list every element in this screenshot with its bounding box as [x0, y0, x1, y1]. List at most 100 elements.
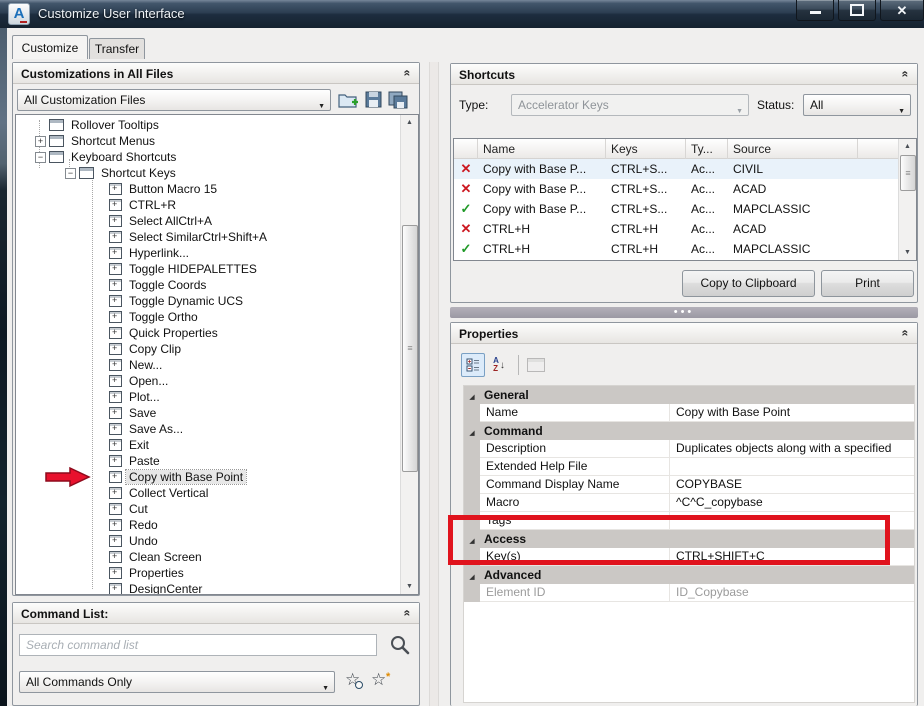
tree-item-label[interactable]: Toggle HIDEPALETTES: [126, 262, 260, 276]
tree-item[interactable]: Toggle HIDEPALETTES: [16, 261, 401, 277]
save-icon[interactable]: [363, 90, 385, 110]
collapse-panel-icon[interactable]: «: [899, 330, 913, 337]
close-button[interactable]: ✕: [880, 0, 924, 21]
category-expanded-icon[interactable]: ◢: [469, 430, 474, 437]
shortcut-table-row[interactable]: ✕ Copy with Base P... CTRL+S... Ac... AC…: [454, 179, 916, 199]
tree-item-label[interactable]: Redo: [126, 518, 161, 532]
save-all-icon[interactable]: [387, 90, 409, 110]
tree-item[interactable]: DesignCenter: [16, 581, 401, 594]
tree-item[interactable]: Toggle Coords: [16, 277, 401, 293]
star-new-icon[interactable]: ☆ *: [371, 669, 390, 691]
property-row[interactable]: Description Duplicates objects along wit…: [464, 440, 914, 458]
scroll-up-icon[interactable]: ▲: [401, 115, 418, 130]
tree-item[interactable]: CTRL+R: [16, 197, 401, 213]
tree-expand-toggle[interactable]: −: [35, 151, 46, 163]
tree-item-label[interactable]: Clean Screen: [126, 550, 205, 564]
title-bar[interactable]: A Customize User Interface ✕: [0, 0, 924, 29]
tree-item-label[interactable]: Paste: [126, 454, 163, 468]
tree-item-label[interactable]: DesignCenter: [126, 582, 205, 594]
tree-item-label[interactable]: Select AllCtrl+A: [126, 214, 215, 228]
tree-item[interactable]: Toggle Dynamic UCS: [16, 293, 401, 309]
property-row[interactable]: Element ID ID_Copybase: [464, 584, 914, 602]
scrollbar-thumb[interactable]: ≡: [900, 155, 916, 191]
column-header-source[interactable]: Source: [728, 139, 858, 159]
column-header-type[interactable]: Ty...: [686, 139, 728, 159]
scroll-down-icon[interactable]: ▼: [899, 245, 916, 260]
status-dropdown[interactable]: All ▼: [803, 94, 911, 116]
search-icon[interactable]: [389, 634, 411, 656]
property-category-row[interactable]: ◢ Advanced: [464, 566, 914, 584]
tree-item-label[interactable]: CTRL+R: [126, 198, 179, 212]
property-row[interactable]: Command Display Name COPYBASE: [464, 476, 914, 494]
tree-item[interactable]: Copy Clip: [16, 341, 401, 357]
tree-item[interactable]: Exit: [16, 437, 401, 453]
sort-alphabetical-button[interactable]: AZ ↓: [487, 353, 511, 377]
tree-item[interactable]: Open...: [16, 373, 401, 389]
column-header-status[interactable]: [454, 139, 478, 159]
tree-item[interactable]: Properties: [16, 565, 401, 581]
property-value[interactable]: Duplicates objects along with a specifie…: [670, 440, 914, 458]
scrollbar-thumb[interactable]: ≡: [402, 225, 418, 472]
tree-item-label[interactable]: Rollover Tooltips: [68, 118, 162, 132]
scroll-up-icon[interactable]: ▲: [899, 139, 916, 154]
category-expanded-icon[interactable]: ◢: [469, 394, 474, 401]
property-value[interactable]: ID_Copybase: [670, 584, 914, 602]
tree-item[interactable]: Redo: [16, 517, 401, 533]
category-expanded-icon[interactable]: ◢: [469, 574, 474, 581]
tree-item-label[interactable]: Exit: [126, 438, 152, 452]
tree-item-label[interactable]: Plot...: [126, 390, 163, 404]
tree-item[interactable]: Clean Screen: [16, 549, 401, 565]
tree-item-label[interactable]: Shortcut Menus: [68, 134, 158, 148]
tree-item-label[interactable]: Shortcut Keys: [98, 166, 179, 180]
collapse-panel-icon[interactable]: «: [401, 70, 415, 77]
tree-item-label[interactable]: Undo: [126, 534, 161, 548]
collapse-panel-icon[interactable]: «: [899, 71, 913, 78]
minimize-button[interactable]: [796, 0, 834, 21]
property-row[interactable]: Name Copy with Base Point: [464, 404, 914, 422]
column-header-name[interactable]: Name: [478, 139, 606, 159]
tree-item[interactable]: Hyperlink...: [16, 245, 401, 261]
property-value[interactable]: [670, 458, 914, 476]
tree-item[interactable]: − Keyboard Shortcuts: [16, 149, 401, 165]
tree-item-label[interactable]: Properties: [126, 566, 187, 580]
tree-item[interactable]: Select AllCtrl+A: [16, 213, 401, 229]
scroll-down-icon[interactable]: ▼: [401, 579, 418, 594]
tree-item-label[interactable]: Copy Clip: [126, 342, 184, 356]
tree-item[interactable]: Save As...: [16, 421, 401, 437]
tree-item[interactable]: Quick Properties: [16, 325, 401, 341]
tree-scrollbar[interactable]: ▲ ≡ ▼: [400, 115, 418, 594]
tree-item-label[interactable]: Save: [126, 406, 159, 420]
property-value[interactable]: ^C^C_copybase: [670, 494, 914, 512]
tree-item[interactable]: − Shortcut Keys: [16, 165, 401, 181]
shortcut-table-row[interactable]: ✕ CTRL+H CTRL+H Ac... ACAD: [454, 219, 916, 239]
property-row[interactable]: Macro ^C^C_copybase: [464, 494, 914, 512]
load-customization-icon[interactable]: [337, 90, 359, 110]
panel-splitter-vertical[interactable]: [429, 62, 439, 706]
tree-item[interactable]: Button Macro 15: [16, 181, 401, 197]
table-scrollbar[interactable]: ▲ ≡ ▼: [898, 139, 916, 260]
property-value[interactable]: COPYBASE: [670, 476, 914, 494]
tree-item[interactable]: Undo: [16, 533, 401, 549]
tree-item[interactable]: Plot...: [16, 389, 401, 405]
column-header-keys[interactable]: Keys: [606, 139, 686, 159]
tree-item[interactable]: Rollover Tooltips: [16, 117, 401, 133]
tree-item[interactable]: New...: [16, 357, 401, 373]
star-search-icon[interactable]: ☆: [345, 669, 364, 691]
tree-item-label[interactable]: Hyperlink...: [126, 246, 192, 260]
tree-item-label[interactable]: New...: [126, 358, 165, 372]
shortcut-table-row[interactable]: ✓ CTRL+H CTRL+H Ac... MAPCLASSIC: [454, 239, 916, 259]
property-value[interactable]: Copy with Base Point: [670, 404, 914, 422]
tab-customize[interactable]: Customize: [12, 35, 88, 59]
tree-item-label[interactable]: Toggle Dynamic UCS: [126, 294, 246, 308]
tree-item-label[interactable]: Toggle Coords: [126, 278, 209, 292]
shortcut-table-row[interactable]: ✓ Copy with Base P... CTRL+S... Ac... MA…: [454, 199, 916, 219]
property-category-row[interactable]: ◢ Command: [464, 422, 914, 440]
tree-item[interactable]: Select SimilarCtrl+Shift+A: [16, 229, 401, 245]
panel-splitter-horizontal[interactable]: •••: [450, 307, 918, 318]
tree-item-label[interactable]: Copy with Base Point: [124, 469, 248, 485]
tree-item[interactable]: Cut: [16, 501, 401, 517]
tree-item-label[interactable]: Keyboard Shortcuts: [68, 150, 179, 164]
tree-expand-toggle[interactable]: +: [35, 135, 46, 147]
tree-item[interactable]: Toggle Ortho: [16, 309, 401, 325]
tree-item-label[interactable]: Button Macro 15: [126, 182, 220, 196]
